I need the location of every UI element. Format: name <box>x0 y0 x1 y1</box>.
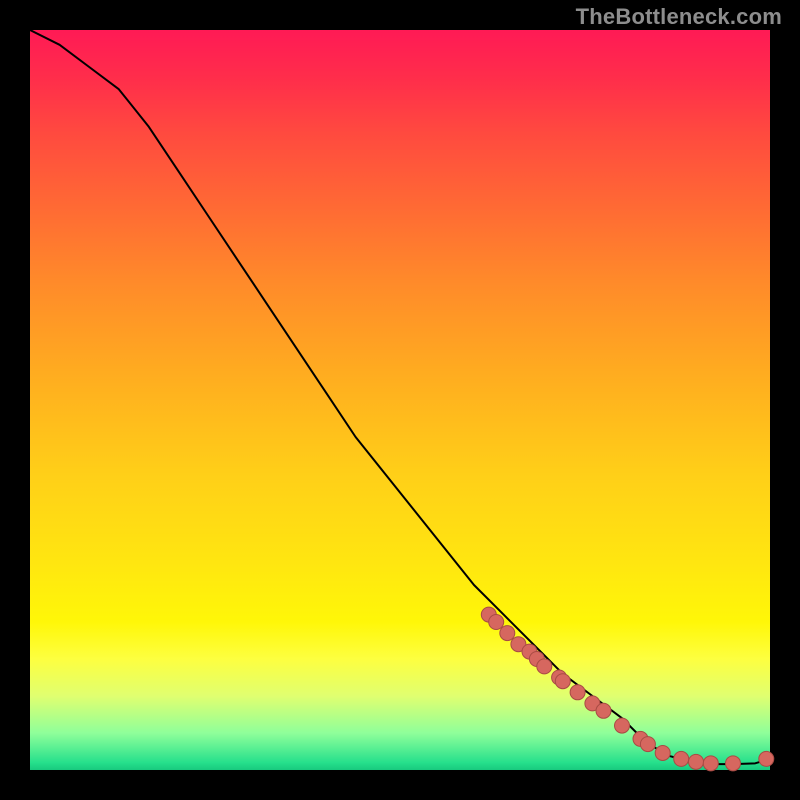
chart-stage: TheBottleneck.com <box>0 0 800 800</box>
marker-group <box>481 607 774 771</box>
data-marker <box>500 626 515 641</box>
data-marker <box>615 718 630 733</box>
plot-area <box>30 30 770 770</box>
bottleneck-curve <box>30 30 770 764</box>
data-marker <box>703 756 718 771</box>
data-marker <box>537 659 552 674</box>
data-marker <box>759 751 774 766</box>
data-marker <box>689 754 704 769</box>
data-marker <box>726 756 741 771</box>
data-marker <box>674 751 689 766</box>
data-marker <box>596 703 611 718</box>
watermark-text: TheBottleneck.com <box>576 4 782 30</box>
data-marker <box>489 615 504 630</box>
data-marker <box>570 685 585 700</box>
data-marker <box>655 745 670 760</box>
chart-overlay-svg <box>30 30 770 770</box>
data-marker <box>640 737 655 752</box>
data-marker <box>555 674 570 689</box>
